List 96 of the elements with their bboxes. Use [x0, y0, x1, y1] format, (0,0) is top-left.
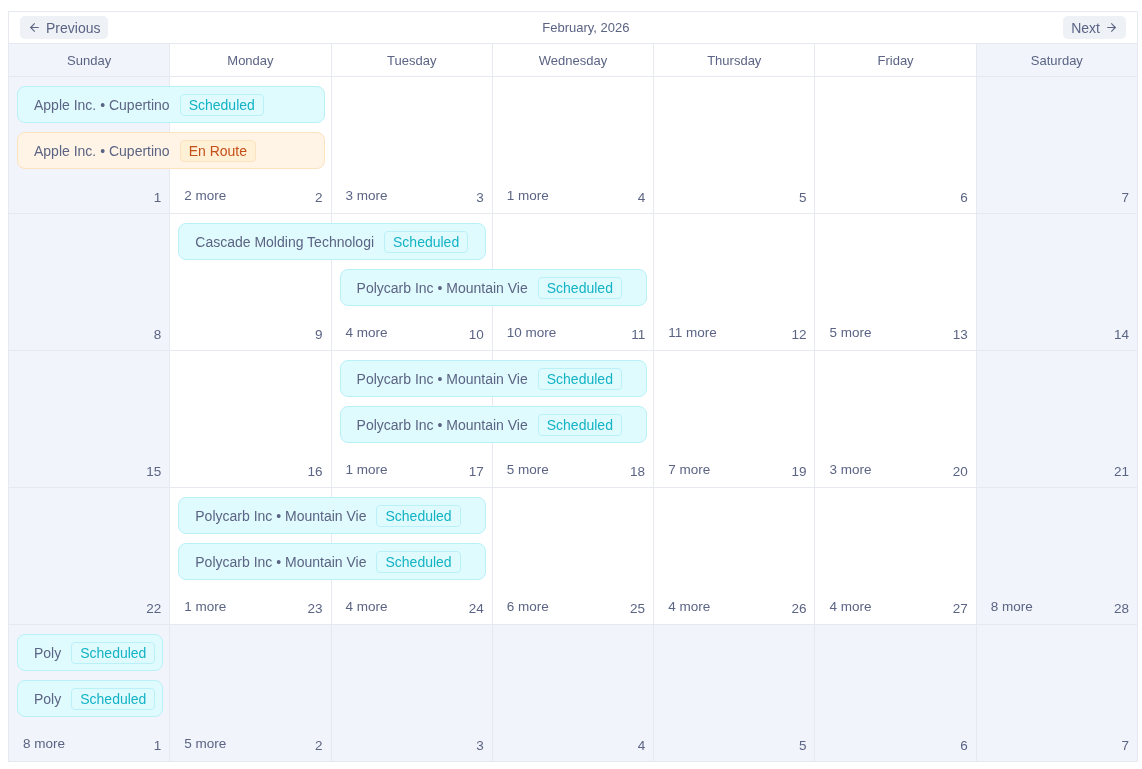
date-number: 20 [952, 464, 968, 479]
date-number: 24 [468, 601, 484, 616]
weekday-header: Sunday [9, 44, 171, 77]
arrow-left-icon [28, 21, 41, 34]
more-link[interactable]: 5 more [506, 462, 549, 477]
date-number: 11 [631, 327, 646, 342]
status-tag: Scheduled [537, 276, 622, 299]
date-number: 8 [153, 327, 162, 342]
arrow-right-icon [1105, 21, 1118, 34]
more-link[interactable]: 4 more [829, 599, 872, 614]
weekday-header: Thursday [654, 44, 816, 77]
date-number: 5 [798, 190, 807, 205]
event-card[interactable]: Cascade Molding Technologi Scheduled [178, 223, 486, 260]
date-number: 17 [468, 464, 484, 479]
status-tag: Scheduled [71, 687, 156, 710]
date-number: 19 [791, 464, 807, 479]
weekday-header: Monday [170, 44, 332, 77]
event-card[interactable]: Polycarb Inc • Mountain Vie Scheduled [178, 497, 486, 534]
status-tag: Scheduled [384, 230, 469, 253]
date-number: 22 [146, 601, 162, 616]
event-title: Polycarb Inc • Mountain Vie [356, 279, 528, 296]
event-title: Apple Inc. • Cupertino [34, 96, 170, 113]
event-title: Polycarb Inc • Mountain Vie [195, 507, 367, 524]
event-title: Polycarb Inc • Mountain Vie [356, 370, 528, 387]
date-number: 4 [637, 738, 646, 753]
more-link[interactable]: 8 more [23, 736, 66, 751]
date-number: 21 [1113, 464, 1129, 479]
date-number: 14 [1113, 327, 1129, 342]
more-link[interactable]: 6 more [506, 599, 549, 614]
event-card[interactable]: Polycarb Inc • Mountain Vie Scheduled [178, 543, 486, 580]
status-tag: Scheduled [376, 504, 461, 527]
event-card[interactable]: Poly Scheduled [17, 680, 164, 717]
more-link[interactable]: 5 more [184, 736, 227, 751]
more-link[interactable]: 3 more [345, 188, 388, 203]
date-number: 25 [630, 601, 646, 616]
date-number: 6 [960, 738, 968, 753]
more-link[interactable]: 3 more [829, 462, 872, 477]
status-tag: Scheduled [179, 93, 264, 116]
more-link[interactable]: 8 more [990, 599, 1033, 614]
event-card[interactable]: Polycarb Inc • Mountain Vie Scheduled [339, 406, 648, 443]
date-number: 18 [630, 464, 646, 479]
date-number: 27 [952, 601, 968, 616]
date-number: 16 [307, 464, 323, 479]
event-title: Cascade Molding Technologi [195, 233, 375, 250]
more-link[interactable]: 4 more [345, 599, 388, 614]
date-number: 12 [791, 327, 807, 342]
date-number: 5 [798, 738, 807, 753]
date-number: 1 [153, 738, 162, 753]
date-number: 7 [1121, 190, 1129, 205]
status-tag: Scheduled [376, 550, 461, 573]
more-link[interactable]: 4 more [668, 599, 711, 614]
event-title: Apple Inc. • Cupertino [34, 142, 170, 159]
weekday-header: Friday [815, 44, 977, 77]
event-title: Polycarb Inc • Mountain Vie [195, 553, 367, 570]
date-number: 2 [315, 738, 323, 753]
more-link[interactable]: 1 more [184, 599, 227, 614]
more-link[interactable]: 11 more [668, 325, 717, 340]
date-number: 3 [476, 190, 484, 205]
date-number: 3 [476, 738, 484, 753]
event-card[interactable]: Polycarb Inc • Mountain Vie Scheduled [339, 360, 648, 397]
weekday-header: Saturday [976, 44, 1138, 77]
date-number: 28 [1113, 601, 1129, 616]
event-title: Poly [34, 690, 62, 707]
event-title: Poly [34, 644, 62, 661]
more-link[interactable]: 2 more [184, 188, 227, 203]
event-card[interactable]: Poly Scheduled [17, 634, 164, 671]
event-card[interactable]: Polycarb Inc • Mountain Vie Scheduled [339, 269, 648, 306]
event-card[interactable]: Apple Inc. • Cupertino Scheduled [17, 86, 325, 123]
status-tag: Scheduled [537, 367, 622, 390]
more-link[interactable]: 7 more [668, 462, 711, 477]
weekday-header: Tuesday [331, 44, 493, 77]
date-number: 15 [146, 464, 162, 479]
event-card[interactable]: Apple Inc. • Cupertino En Route [17, 132, 325, 169]
status-tag: Scheduled [537, 413, 622, 436]
more-link[interactable]: 1 more [345, 462, 388, 477]
date-number: 1 [153, 190, 162, 205]
date-number: 26 [791, 601, 807, 616]
status-tag: Scheduled [71, 641, 156, 664]
month-title: February, 2026 [542, 20, 630, 35]
next-button[interactable]: Next [1063, 16, 1126, 39]
more-link[interactable]: 5 more [829, 325, 872, 340]
date-number: 4 [637, 190, 646, 205]
status-tag: En Route [179, 139, 257, 162]
event-title: Polycarb Inc • Mountain Vie [356, 416, 528, 433]
date-number: 9 [315, 327, 323, 342]
previous-button[interactable]: Previous [20, 16, 109, 39]
more-link[interactable]: 1 more [506, 188, 549, 203]
date-number: 13 [952, 327, 968, 342]
date-number: 7 [1121, 738, 1129, 753]
date-number: 23 [307, 601, 323, 616]
date-number: 10 [468, 327, 484, 342]
date-number: 2 [315, 190, 323, 205]
more-link[interactable]: 10 more [506, 325, 557, 340]
date-number: 6 [960, 190, 968, 205]
weekday-header: Wednesday [492, 44, 655, 77]
more-link[interactable]: 4 more [345, 325, 388, 340]
